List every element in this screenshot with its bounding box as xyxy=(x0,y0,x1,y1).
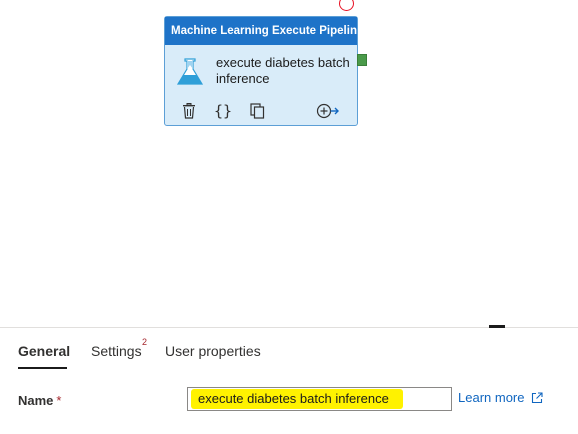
tab-settings[interactable]: Settings xyxy=(91,340,142,362)
settings-error-badge: 2 xyxy=(142,337,148,347)
learn-more-link[interactable]: Learn more xyxy=(458,390,544,405)
name-input-value: execute diabetes batch inference xyxy=(191,389,403,409)
required-asterisk: * xyxy=(56,393,62,408)
name-input[interactable]: execute diabetes batch inference xyxy=(187,387,452,411)
status-circle-icon xyxy=(339,0,354,11)
name-label-text: Name xyxy=(18,393,54,408)
tab-active-indicator xyxy=(18,367,67,369)
success-output-handle[interactable] xyxy=(357,54,367,66)
resize-handle[interactable] xyxy=(489,325,505,328)
learn-more-text: Learn more xyxy=(458,390,525,405)
add-output-icon[interactable] xyxy=(315,101,341,121)
tab-general[interactable]: General xyxy=(18,340,70,362)
activity-name: execute diabetes batch inference xyxy=(216,55,350,86)
tab-user-properties[interactable]: User properties xyxy=(165,340,261,362)
activity-card[interactable]: Machine Learning Execute Pipeline execut… xyxy=(164,16,358,126)
flask-icon xyxy=(176,58,204,85)
activity-type-header: Machine Learning Execute Pipeline xyxy=(165,17,357,45)
external-link-icon xyxy=(532,391,544,403)
copy-icon[interactable] xyxy=(247,101,267,121)
name-field-label: Name * xyxy=(18,393,61,408)
code-icon[interactable]: {} xyxy=(213,101,233,121)
activity-actions: {} xyxy=(165,101,359,121)
delete-icon[interactable] xyxy=(179,101,199,121)
pipeline-canvas[interactable]: Machine Learning Execute Pipeline execut… xyxy=(0,0,578,327)
